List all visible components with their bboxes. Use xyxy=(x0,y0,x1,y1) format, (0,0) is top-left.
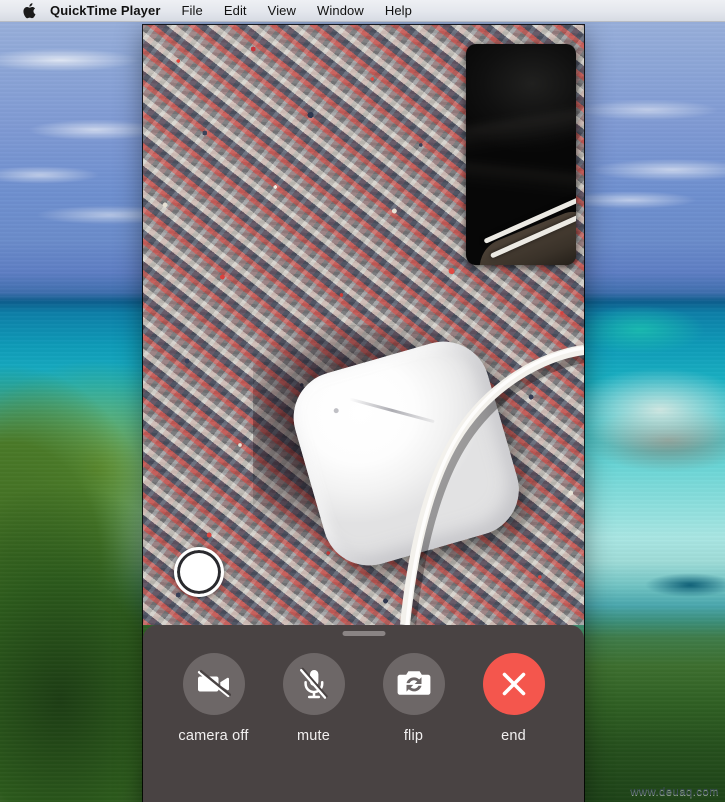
call-controls-row: camera off mute flip end xyxy=(143,653,584,744)
flip-camera-bubble[interactable] xyxy=(382,653,445,715)
mute-bubble[interactable] xyxy=(282,653,345,715)
video-camera-off-icon xyxy=(197,670,231,698)
camera-off-bubble[interactable] xyxy=(182,653,245,715)
flip-camera-label: flip xyxy=(403,728,424,744)
drag-handle[interactable] xyxy=(342,631,385,636)
camera-off-label: camera off xyxy=(178,728,249,744)
menu-item-file[interactable]: File xyxy=(181,3,202,18)
camera-flip-icon xyxy=(397,671,430,695)
pip-shoe-stripes xyxy=(479,184,576,265)
end-call-bubble[interactable] xyxy=(482,653,545,715)
close-x-icon xyxy=(502,672,525,696)
camera-off-button[interactable]: camera off xyxy=(178,653,250,744)
airpods-case-object xyxy=(282,328,541,583)
menu-app-name[interactable]: QuickTime Player xyxy=(50,3,160,18)
end-call-button[interactable]: end xyxy=(478,653,550,744)
mute-button[interactable]: mute xyxy=(278,653,350,744)
menu-item-window[interactable]: Window xyxy=(317,3,364,18)
desktop-screen: QuickTime Player File Edit View Window H… xyxy=(0,0,725,802)
microphone-off-icon xyxy=(299,667,328,699)
site-watermark: www.deuaq.com xyxy=(630,786,719,798)
menu-item-edit[interactable]: Edit xyxy=(224,3,247,18)
call-controls-panel: camera off mute flip end xyxy=(143,625,584,802)
main-camera-video[interactable] xyxy=(143,25,584,625)
shutter-capture-button[interactable] xyxy=(174,547,224,597)
flip-camera-button[interactable]: flip xyxy=(378,653,450,744)
apple-logo-icon[interactable] xyxy=(22,2,36,19)
picture-in-picture-front-camera[interactable] xyxy=(466,44,576,265)
mute-label: mute xyxy=(296,728,331,744)
pip-fabric-fold xyxy=(466,102,576,156)
menu-item-help[interactable]: Help xyxy=(385,3,412,18)
menu-bar: QuickTime Player File Edit View Window H… xyxy=(0,0,725,22)
airpods-case-body xyxy=(282,330,530,577)
end-call-label: end xyxy=(501,728,526,744)
menu-item-view[interactable]: View xyxy=(268,3,296,18)
quicktime-mirror-window[interactable]: camera off mute flip end xyxy=(143,25,584,802)
